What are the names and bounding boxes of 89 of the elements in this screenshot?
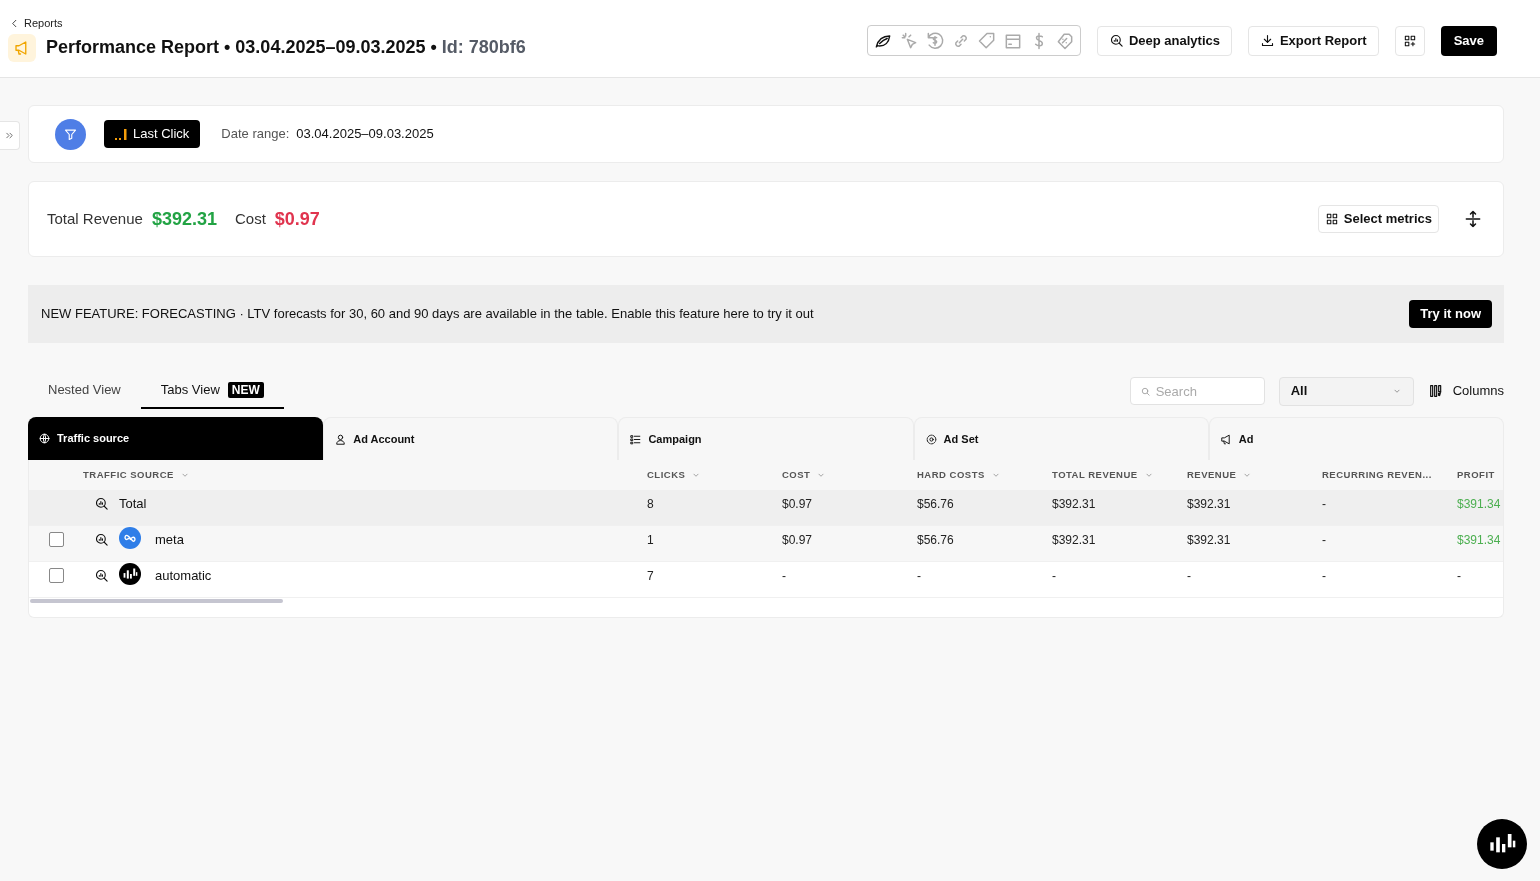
table-cell-text: $56.76	[917, 531, 955, 549]
search-field[interactable]: Search	[1129, 377, 1265, 405]
row-name: meta	[155, 530, 184, 549]
save-button[interactable]: Save	[1440, 25, 1497, 56]
entity-tab[interactable]: Campaign	[618, 417, 914, 460]
metric-label: Total Revenue	[47, 208, 143, 229]
table-cell-text: 8	[647, 495, 655, 513]
scrollbar-thumb[interactable]	[30, 599, 283, 603]
table-cell-text: 1	[647, 531, 655, 549]
table-cell-text: -	[1187, 567, 1192, 585]
column-header[interactable]: CLICKS	[647, 467, 782, 483]
filter-dropdown[interactable]: All	[1278, 376, 1414, 406]
analytics-button[interactable]: Deep analytics	[1096, 25, 1232, 56]
table-cell-text: 7	[647, 567, 655, 585]
column-header[interactable]: TOTAL REVENUE	[1052, 467, 1187, 483]
export-button[interactable]: Export Report	[1247, 25, 1379, 56]
metric-label: Cost	[235, 208, 266, 229]
table-row[interactable]: meta 1 $0.97 $56.76 $392.31 $392.31 - $391.34	[29, 526, 1503, 562]
search-icon	[1139, 386, 1151, 397]
report-title: Performance Report • 03.04.2025–09.03.2025 •	[46, 36, 437, 59]
analytics-search-icon	[1108, 33, 1124, 48]
gear-icon	[924, 432, 938, 446]
expand-vertical-icon	[1463, 209, 1483, 229]
row-name: automatic	[155, 566, 212, 585]
metric-value: $0.97	[274, 207, 320, 231]
table-cell-text: $392.31	[1052, 495, 1097, 513]
table-cell-text: $391.34	[1457, 495, 1502, 513]
column-header[interactable]: COST	[782, 467, 917, 483]
new-badge: NEW	[227, 382, 264, 398]
row-name: Total	[119, 494, 147, 513]
chart-search-icon[interactable]	[94, 568, 109, 584]
add-widget-button[interactable]	[1394, 25, 1425, 56]
grid-plus-icon	[1402, 33, 1417, 48]
table-cell-text: -	[1322, 531, 1327, 549]
download-icon	[1259, 33, 1275, 48]
entity-tab[interactable]: Traffic source	[28, 417, 324, 460]
entity-tab[interactable]: Ad	[1208, 417, 1504, 460]
filter-button[interactable]	[55, 118, 86, 150]
globe-icon	[38, 432, 51, 445]
try-it-button[interactable]: Try it now	[1409, 300, 1492, 328]
chat-button[interactable]	[1477, 819, 1527, 869]
table-cell-text: $392.31	[1052, 531, 1097, 549]
chart-search-icon[interactable]	[94, 496, 109, 512]
table-cell-text: $56.76	[917, 495, 955, 513]
table-cell-text: -	[1322, 495, 1327, 513]
column-header[interactable]: REVENUE	[1187, 467, 1322, 483]
banner-text: NEW FEATURE: FORECASTING · LTV forecasts for 30, 60 and 90 days are available in the table. Enable this feature here to try it out	[41, 305, 814, 324]
report-id: Id: 780bf6	[441, 36, 526, 59]
view-tab[interactable]: Tabs View NEW	[140, 373, 284, 409]
infinity-avatar-icon	[119, 526, 141, 549]
table-cell-text: $391.34	[1457, 531, 1502, 549]
column-header[interactable]: RECURRING REVEN...	[1322, 467, 1457, 483]
date-range-label: Date range:	[221, 125, 290, 144]
back-link[interactable]: Reports	[9, 15, 63, 32]
column-header[interactable]: HARD COSTS	[917, 467, 1052, 483]
attribution-button[interactable]: Last Click	[104, 120, 201, 148]
table-cell-text: -	[782, 567, 787, 585]
megaphone-icon	[1219, 432, 1233, 446]
table-cell-text: -	[1322, 567, 1327, 585]
entity-tab[interactable]: Ad Set	[913, 417, 1209, 460]
table-cell-text: -	[917, 567, 922, 585]
signal-bars-icon	[115, 128, 127, 140]
view-tab[interactable]: Nested View	[28, 373, 141, 409]
entity-tab[interactable]: Ad Account	[323, 417, 619, 460]
date-range-value: 03.04.2025–09.03.2025	[296, 125, 434, 144]
user-icon	[334, 432, 348, 446]
table-cell-text: $392.31	[1187, 495, 1232, 513]
grid-icon	[1324, 212, 1339, 226]
columns-button[interactable]: Columns	[1427, 381, 1504, 401]
sidebar-toggle[interactable]	[0, 121, 20, 150]
table-cell-text: -	[1052, 567, 1057, 585]
row-checkbox[interactable]	[48, 532, 64, 548]
column-header[interactable]: PROFIT	[1457, 467, 1503, 483]
tag-icon	[976, 30, 997, 51]
table-row[interactable]: Total 8 $0.97 $56.76 $392.31 $392.31 - $391.34	[29, 490, 1503, 526]
double-chevron-right-icon	[4, 130, 15, 141]
bars-avatar-icon	[119, 562, 141, 585]
row-checkbox[interactable]	[48, 568, 64, 584]
table-cell-text: $0.97	[782, 531, 814, 549]
column-header[interactable]: TRAFFIC SOURCE	[83, 467, 647, 483]
metric-value: $392.31	[151, 207, 217, 231]
select-metrics-button[interactable]: Select metrics	[1317, 205, 1439, 233]
table-row[interactable]: automatic 7 - - - - - -	[29, 562, 1503, 598]
chart-search-icon[interactable]	[94, 532, 109, 548]
list-icon	[629, 432, 643, 446]
table-cell-text: $392.31	[1187, 531, 1232, 549]
table-cell-text: -	[1457, 567, 1462, 585]
filter-icon	[63, 126, 78, 142]
table-cell-text: $0.97	[782, 495, 814, 513]
